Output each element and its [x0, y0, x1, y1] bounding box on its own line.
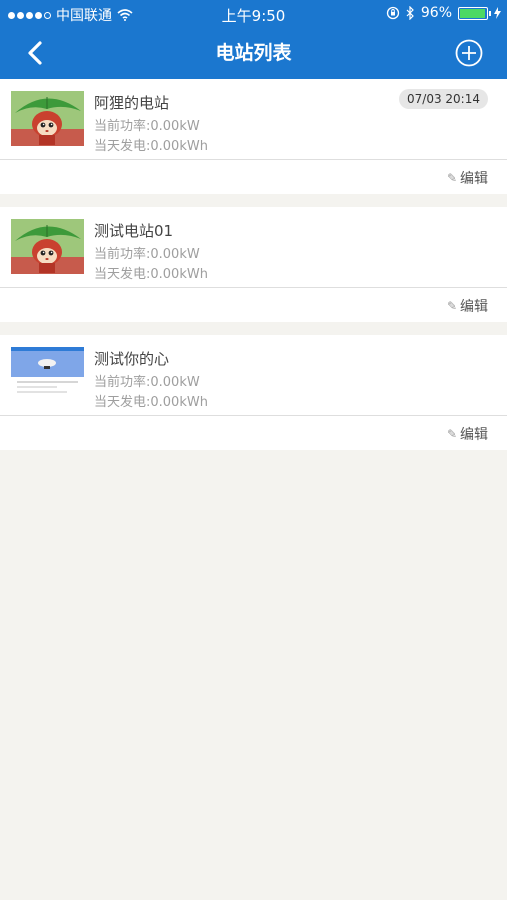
- station-card-footer: ✎ 编辑: [0, 288, 507, 322]
- station-card-body[interactable]: 阿狸的电站 当前功率:0.00kW 当天发电:0.00kWh 07/03 20:…: [0, 79, 507, 160]
- station-name: 测试电站01: [94, 222, 174, 240]
- current-power: 当前功率:0.00kW: [94, 119, 200, 134]
- station-card-body[interactable]: 测试你的心 当前功率:0.00kW 当天发电:0.00kWh: [0, 335, 507, 416]
- edit-label: 编辑: [460, 171, 488, 187]
- station-card-body[interactable]: 测试电站01 当前功率:0.00kW 当天发电:0.00kWh: [0, 207, 507, 288]
- battery-icon: [458, 6, 491, 20]
- pencil-icon: ✎: [446, 171, 457, 185]
- bluetooth-icon: [406, 6, 414, 20]
- station-name: 阿狸的电站: [94, 94, 170, 112]
- webpage-screenshot-thumbnail-icon: [11, 347, 84, 402]
- current-power: 当前功率:0.00kW: [94, 247, 200, 262]
- station-card-footer: ✎ 编辑: [0, 416, 507, 450]
- daily-energy: 当天发电:0.00kWh: [94, 267, 208, 282]
- station-card-footer: ✎ 编辑: [0, 160, 507, 194]
- battery-percent: 96%: [420, 5, 452, 21]
- pencil-icon: ✎: [446, 299, 457, 313]
- station-name: 测试你的心: [94, 350, 170, 368]
- edit-label: 编辑: [460, 427, 488, 443]
- charging-icon: [494, 7, 501, 19]
- page-title: 电站列表: [215, 42, 292, 64]
- daily-energy: 当天发电:0.00kWh: [94, 139, 208, 154]
- ali-fox-thumbnail-icon: [11, 91, 84, 146]
- edit-button[interactable]: ✎ 编辑: [447, 424, 488, 444]
- add-station-button[interactable]: [455, 39, 483, 67]
- station-list: 阿狸的电站 当前功率:0.00kW 当天发电:0.00kWh 07/03 20:…: [0, 79, 507, 463]
- edit-button[interactable]: ✎ 编辑: [447, 168, 488, 188]
- current-power: 当前功率:0.00kW: [94, 375, 200, 390]
- edit-button[interactable]: ✎ 编辑: [447, 296, 488, 316]
- station-card[interactable]: 测试你的心 当前功率:0.00kW 当天发电:0.00kWh ✎ 编辑: [0, 335, 507, 450]
- update-time-badge: 07/03 20:14: [399, 89, 488, 109]
- status-bar: 中国联通 上午9:50 96%: [0, 0, 507, 27]
- station-card[interactable]: 阿狸的电站 当前功率:0.00kW 当天发电:0.00kWh 07/03 20:…: [0, 79, 507, 194]
- edit-label: 编辑: [460, 299, 488, 315]
- ali-fox-thumbnail-icon: [11, 219, 84, 274]
- battery-fill: [460, 8, 485, 18]
- rotation-lock-icon: [386, 6, 400, 20]
- status-right: 96%: [386, 5, 501, 21]
- daily-energy: 当天发电:0.00kWh: [94, 395, 208, 410]
- pencil-icon: ✎: [446, 427, 457, 441]
- navigation-bar: 电站列表: [0, 27, 507, 79]
- station-card[interactable]: 测试电站01 当前功率:0.00kW 当天发电:0.00kWh ✎ 编辑: [0, 207, 507, 322]
